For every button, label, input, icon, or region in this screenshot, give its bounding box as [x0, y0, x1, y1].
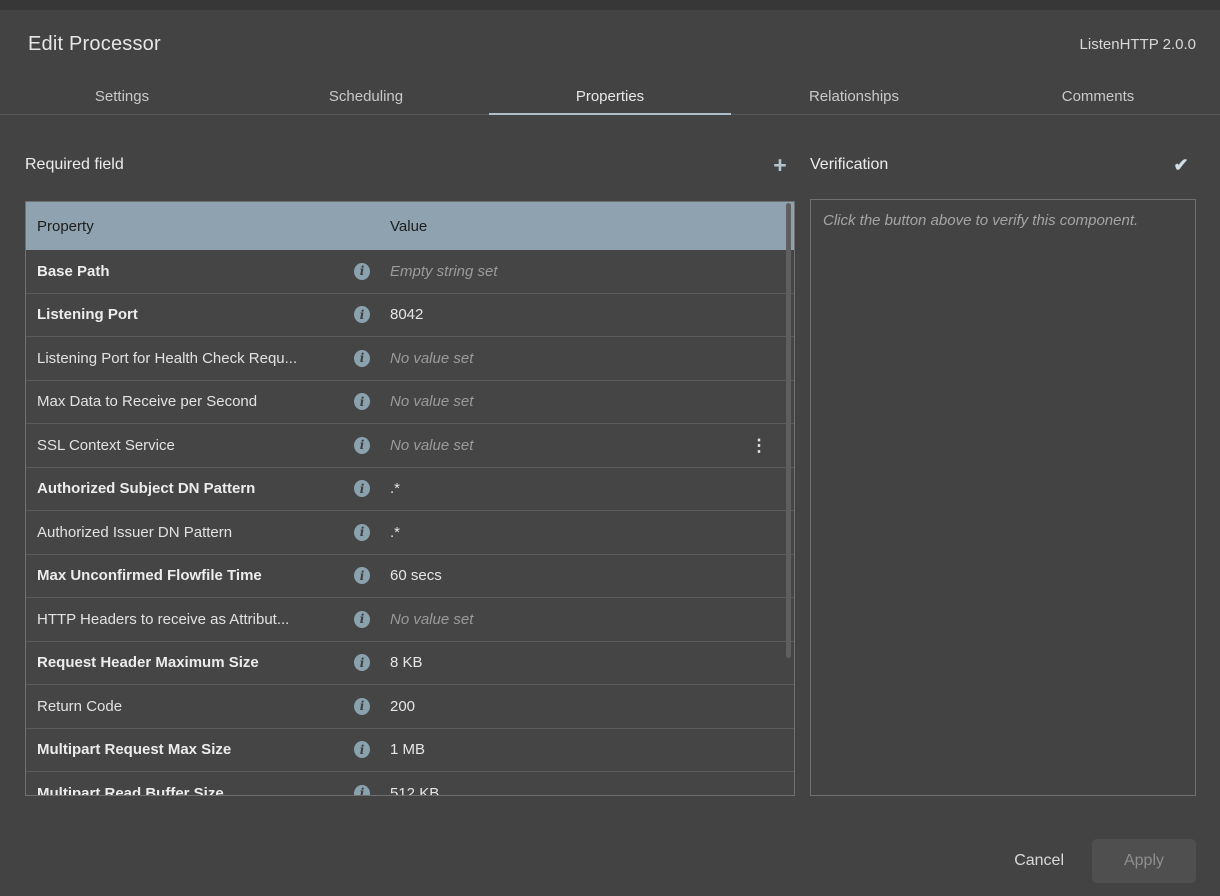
property-name: Authorized Issuer DN Pattern	[26, 524, 354, 541]
property-name: Listening Port for Health Check Requ...	[26, 350, 354, 367]
property-row[interactable]: Base Pathi Empty string set	[26, 250, 794, 294]
info-icon[interactable]: i	[354, 480, 370, 497]
kebab-menu-icon: ⋮	[751, 437, 768, 454]
property-name: HTTP Headers to receive as Attribut...	[26, 611, 354, 628]
info-icon[interactable]: i	[354, 437, 370, 454]
dialog-header: Edit Processor ListenHTTP 2.0.0	[0, 10, 1220, 78]
property-row[interactable]: HTTP Headers to receive as Attribut...i N…	[26, 598, 794, 642]
properties-table: Property Value Base PathiEmpty string se…	[25, 201, 795, 796]
table-scrollbar[interactable]	[786, 203, 791, 658]
tab-comments[interactable]: Comments	[976, 78, 1220, 114]
property-name: Return Code	[26, 698, 354, 715]
info-icon[interactable]: i	[354, 350, 370, 367]
tab-bar: Settings Scheduling Properties Relationship…	[0, 78, 1220, 115]
properties-panel-header: Required field +	[25, 150, 795, 180]
property-name: SSL Context Service	[26, 437, 354, 454]
property-value[interactable]: 8042	[390, 306, 794, 323]
dialog-title: Edit Processor	[28, 33, 161, 56]
column-header-value: Value	[390, 218, 794, 235]
info-icon[interactable]: i	[354, 698, 370, 715]
property-name: Request Header Maximum Size	[26, 654, 354, 671]
property-value[interactable]: No value set	[390, 350, 794, 367]
property-row[interactable]: Authorized Issuer DN Patterni .*	[26, 511, 794, 555]
table-header-row: Property Value	[26, 202, 794, 250]
required-field-label: Required field	[25, 156, 124, 174]
verification-message: Click the button above to verify this co…	[823, 209, 1183, 233]
tab-label: Settings	[95, 88, 149, 105]
plus-icon: +	[773, 154, 786, 177]
info-icon[interactable]: i	[354, 567, 370, 584]
property-name: Multipart Request Max Size	[26, 741, 354, 758]
tab-label: Relationships	[809, 88, 899, 105]
column-header-property: Property	[26, 218, 354, 235]
dialog-body: Required field + Verification ✔ Property…	[0, 115, 1220, 896]
tab-settings[interactable]: Settings	[0, 78, 244, 114]
cancel-button[interactable]: Cancel	[1010, 852, 1068, 870]
dialog-footer: Cancel Apply	[1010, 839, 1196, 883]
tab-label: Properties	[576, 88, 644, 105]
property-value[interactable]: .*	[390, 524, 794, 541]
more-options-button[interactable]: ⋮	[748, 432, 770, 458]
info-icon[interactable]: i	[354, 524, 370, 541]
info-icon[interactable]: i	[354, 785, 370, 796]
property-row[interactable]: SSL Context Servicei No value set⋮	[26, 424, 794, 468]
tab-label: Comments	[1062, 88, 1135, 105]
property-row[interactable]: Max Data to Receive per Secondi No value …	[26, 381, 794, 425]
property-name: Listening Port	[26, 306, 354, 323]
verification-label: Verification	[810, 156, 888, 174]
property-value[interactable]: No value set	[390, 393, 794, 410]
processor-version: ListenHTTP 2.0.0	[1080, 36, 1196, 53]
verification-panel-header: Verification ✔	[810, 150, 1196, 180]
property-value[interactable]: No value set	[390, 437, 794, 454]
property-value[interactable]: Empty string set	[390, 263, 794, 280]
property-value[interactable]: 60 secs	[390, 567, 794, 584]
add-property-button[interactable]: +	[765, 150, 795, 180]
property-name: Authorized Subject DN Pattern	[26, 480, 354, 497]
property-row[interactable]: Authorized Subject DN Patterni .*	[26, 468, 794, 512]
table-rows: Base PathiEmpty string setListening Port…	[26, 250, 794, 796]
info-icon[interactable]: i	[354, 741, 370, 758]
info-icon[interactable]: i	[354, 393, 370, 410]
backdrop-edge	[0, 0, 1220, 10]
property-row[interactable]: Return Codei 200	[26, 685, 794, 729]
property-name: Max Data to Receive per Second	[26, 393, 354, 410]
property-value[interactable]: No value set	[390, 611, 794, 628]
info-icon[interactable]: i	[354, 654, 370, 671]
property-name: Max Unconfirmed Flowfile Time	[26, 567, 354, 584]
property-row[interactable]: Multipart Request Max Sizei 1 MB	[26, 729, 794, 773]
property-row[interactable]: Listening Porti 8042	[26, 294, 794, 338]
tab-properties[interactable]: Properties	[488, 78, 732, 114]
property-name: Base Path	[26, 263, 354, 280]
property-value[interactable]: .*	[390, 480, 794, 497]
info-icon[interactable]: i	[354, 611, 370, 628]
property-row[interactable]: Max Unconfirmed Flowfile Timei 60 secs	[26, 555, 794, 599]
tab-relationships[interactable]: Relationships	[732, 78, 976, 114]
apply-button[interactable]: Apply	[1092, 839, 1196, 883]
tab-scheduling[interactable]: Scheduling	[244, 78, 488, 114]
property-row[interactable]: Listening Port for Health Check Requ...i…	[26, 337, 794, 381]
tab-label: Scheduling	[329, 88, 403, 105]
verification-panel: Click the button above to verify this co…	[810, 199, 1196, 796]
info-icon[interactable]: i	[354, 263, 370, 280]
info-icon[interactable]: i	[354, 306, 370, 323]
property-name: Multipart Read Buffer Size	[26, 785, 354, 796]
property-row[interactable]: Request Header Maximum Sizei 8 KB	[26, 642, 794, 686]
check-icon: ✔	[1173, 156, 1188, 174]
property-value[interactable]: 200	[390, 698, 794, 715]
property-value[interactable]: 8 KB	[390, 654, 794, 671]
property-value[interactable]: 1 MB	[390, 741, 794, 758]
property-row[interactable]: Multipart Read Buffer Sizei 512 KB	[26, 772, 794, 796]
verify-button[interactable]: ✔	[1166, 150, 1196, 180]
property-value[interactable]: 512 KB	[390, 785, 794, 796]
